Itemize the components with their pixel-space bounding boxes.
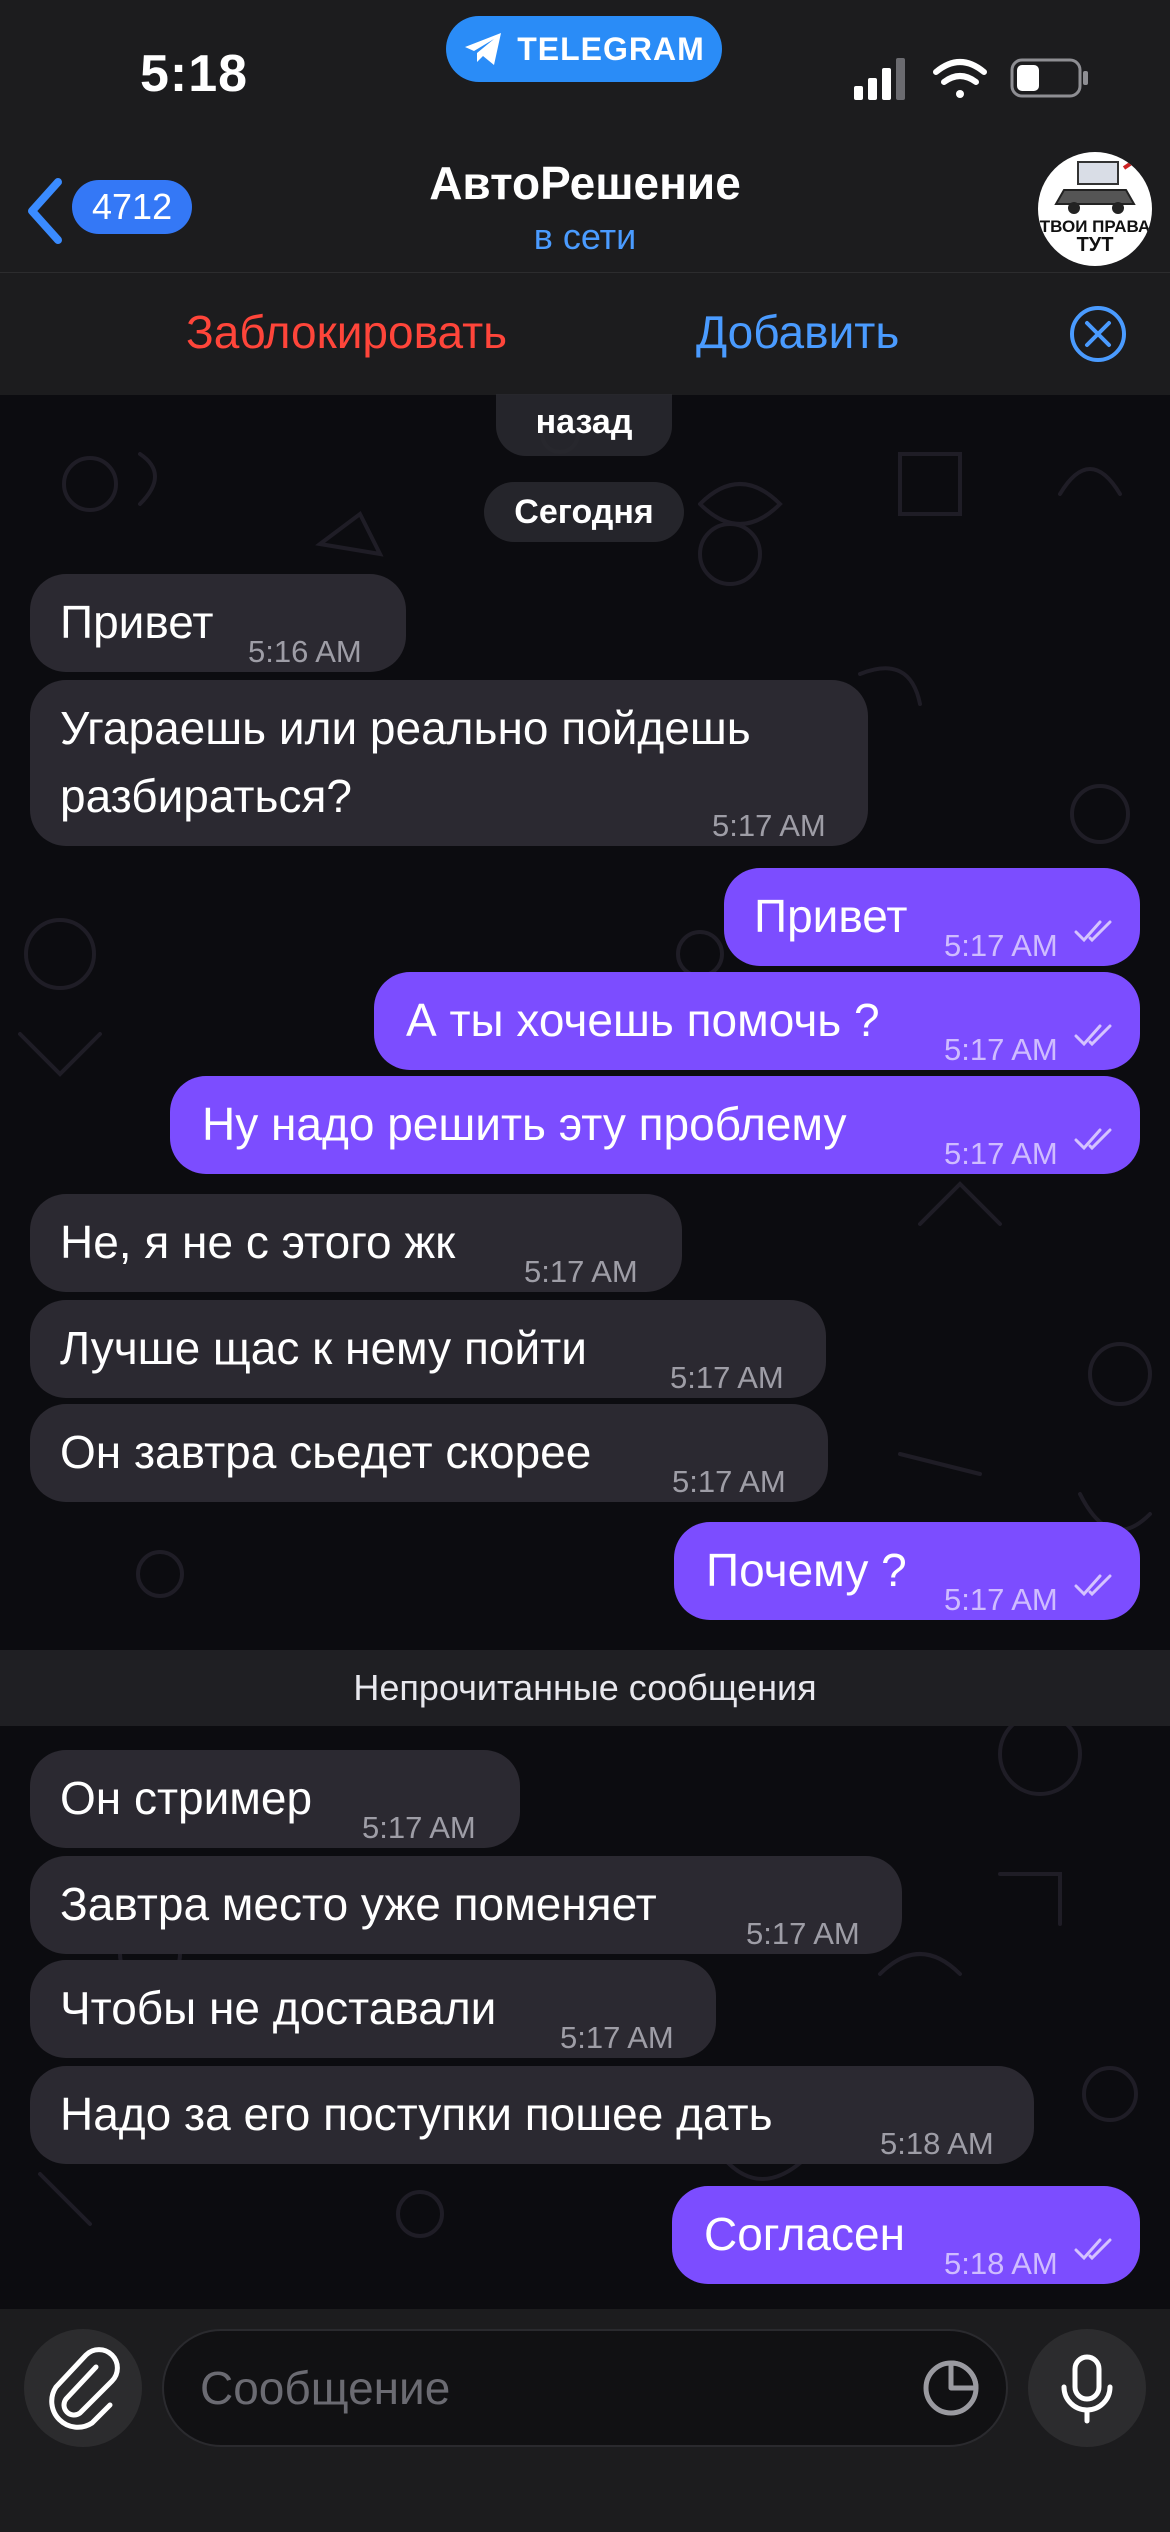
unread-messages-divider: Непрочитанные сообщения bbox=[0, 1650, 1170, 1726]
message-time: 5:17 AM bbox=[746, 1916, 860, 1951]
message-text: Надо за его поступки пошее дать bbox=[60, 2088, 773, 2140]
contact-action-bar: Заблокировать Добавить bbox=[0, 272, 1170, 395]
message-text: Чтобы не доставали bbox=[60, 1982, 497, 2034]
message-bubble-outgoing[interactable]: Почему ? 5:17 AM bbox=[674, 1522, 1140, 1620]
message-time: 5:17 AM bbox=[712, 808, 826, 843]
message-input-bar: Сообщение bbox=[0, 2309, 1170, 2532]
message-text: Привет bbox=[754, 890, 908, 942]
message-bubble-incoming[interactable]: Завтра место уже поменяет 5:17 AM bbox=[30, 1856, 902, 1954]
avatar-text: ТВОИ ПРАВА ТУТ bbox=[1039, 217, 1151, 256]
double-check-icon bbox=[1074, 2238, 1112, 2261]
message-time: 5:17 AM bbox=[560, 2020, 674, 2055]
message-time: 5:17 AM bbox=[944, 1032, 1058, 1067]
message-bubble-incoming[interactable]: Привет 5:16 AM bbox=[30, 574, 406, 672]
message-bubble-incoming[interactable]: Чтобы не доставали 5:17 AM bbox=[30, 1960, 716, 2058]
message-time: 5:18 AM bbox=[944, 2246, 1058, 2281]
message-time: 5:17 AM bbox=[944, 1582, 1058, 1617]
message-time: 5:17 AM bbox=[524, 1254, 638, 1289]
chat-header: 4712 АвтоРешение в сети bbox=[0, 150, 1170, 272]
battery-icon bbox=[1010, 58, 1088, 98]
message-bubble-incoming[interactable]: Он стример 5:17 AM bbox=[30, 1750, 520, 1848]
message-input-placeholder: Сообщение bbox=[200, 2362, 451, 2414]
message-bubble-incoming[interactable]: Лучше щас к нему пойти 5:17 AM bbox=[30, 1300, 826, 1398]
message-time: 5:17 AM bbox=[670, 1360, 784, 1395]
message-bubble-incoming[interactable]: Надо за его поступки пошее дать 5:18 AM bbox=[30, 2066, 1034, 2164]
message-bubble-outgoing[interactable]: Привет 5:17 AM bbox=[724, 868, 1140, 966]
message-bubble-outgoing[interactable]: А ты хочешь помочь ? 5:17 AM bbox=[374, 972, 1140, 1070]
message-text: Он завтра сьедет скорее bbox=[60, 1426, 592, 1478]
message-text: Лучше щас к нему пойти bbox=[60, 1322, 587, 1374]
sticker-icon[interactable] bbox=[916, 2353, 986, 2423]
message-bubble-outgoing[interactable]: Согласен 5:18 AM bbox=[672, 2186, 1140, 2284]
message-text: Привет bbox=[60, 596, 214, 648]
close-circle-icon[interactable] bbox=[1068, 304, 1128, 364]
attach-button[interactable] bbox=[24, 2329, 142, 2447]
message-bubble-incoming[interactable]: Он завтра сьедет скорее 5:17 AM bbox=[30, 1404, 828, 1502]
status-time: 5:18 bbox=[140, 45, 249, 103]
message-text: Ну надо решить эту проблему bbox=[202, 1098, 847, 1150]
date-pill-today: Сегодня bbox=[484, 482, 684, 542]
date-pill-prev: назад bbox=[496, 394, 672, 456]
message-text: Не, я не с этого жк bbox=[60, 1216, 456, 1268]
message-text: Он стример bbox=[60, 1772, 313, 1824]
message-time: 5:16 AM bbox=[248, 634, 362, 669]
double-check-icon bbox=[1074, 1574, 1112, 1597]
double-check-icon bbox=[1074, 1024, 1112, 1047]
message-text: Завтра место уже поменяет bbox=[60, 1878, 657, 1930]
message-input[interactable]: Сообщение bbox=[162, 2329, 1008, 2447]
paperclip-icon bbox=[49, 2347, 120, 2430]
message-time: 5:17 AM bbox=[944, 928, 1058, 963]
telegram-pill-label: TELEGRAM bbox=[517, 30, 705, 67]
message-bubble-incoming[interactable]: Угараешь или реально пойдешь разбираться… bbox=[30, 680, 868, 846]
message-time: 5:17 AM bbox=[362, 1810, 476, 1845]
telegram-pill[interactable]: TELEGRAM bbox=[446, 16, 722, 82]
microphone-icon bbox=[1061, 2354, 1113, 2424]
double-check-icon bbox=[1074, 1128, 1112, 1151]
message-time: 5:17 AM bbox=[672, 1464, 786, 1499]
system-status-icons bbox=[854, 58, 1088, 100]
wifi-icon bbox=[933, 59, 987, 98]
add-contact-button[interactable]: Добавить bbox=[696, 305, 899, 359]
message-time: 5:18 AM bbox=[880, 2126, 994, 2161]
telegram-plane-icon bbox=[465, 33, 502, 65]
message-bubble-outgoing[interactable]: Ну надо решить эту проблему 5:17 AM bbox=[170, 1076, 1140, 1174]
chat-title[interactable]: АвтоРешение bbox=[0, 156, 1170, 210]
message-text: Почему ? bbox=[706, 1544, 907, 1596]
double-check-icon bbox=[1074, 920, 1112, 943]
message-text-line2: разбираться? bbox=[60, 770, 352, 822]
signal-icon bbox=[854, 58, 905, 100]
status-bar: 5:18 TELEGRAM bbox=[0, 0, 1170, 150]
block-button[interactable]: Заблокировать bbox=[186, 305, 507, 359]
message-text: Согласен bbox=[704, 2208, 905, 2260]
message-text-line1: Угараешь или реально пойдешь bbox=[60, 702, 751, 754]
avatar[interactable]: ТВОИ ПРАВА ТУТ bbox=[1038, 152, 1152, 266]
message-text: А ты хочешь помочь ? bbox=[406, 994, 880, 1046]
voice-record-button[interactable] bbox=[1028, 2329, 1146, 2447]
message-time: 5:17 AM bbox=[944, 1136, 1058, 1171]
message-bubble-incoming[interactable]: Не, я не с этого жк 5:17 AM bbox=[30, 1194, 682, 1292]
chat-status: в сети bbox=[533, 216, 637, 257]
